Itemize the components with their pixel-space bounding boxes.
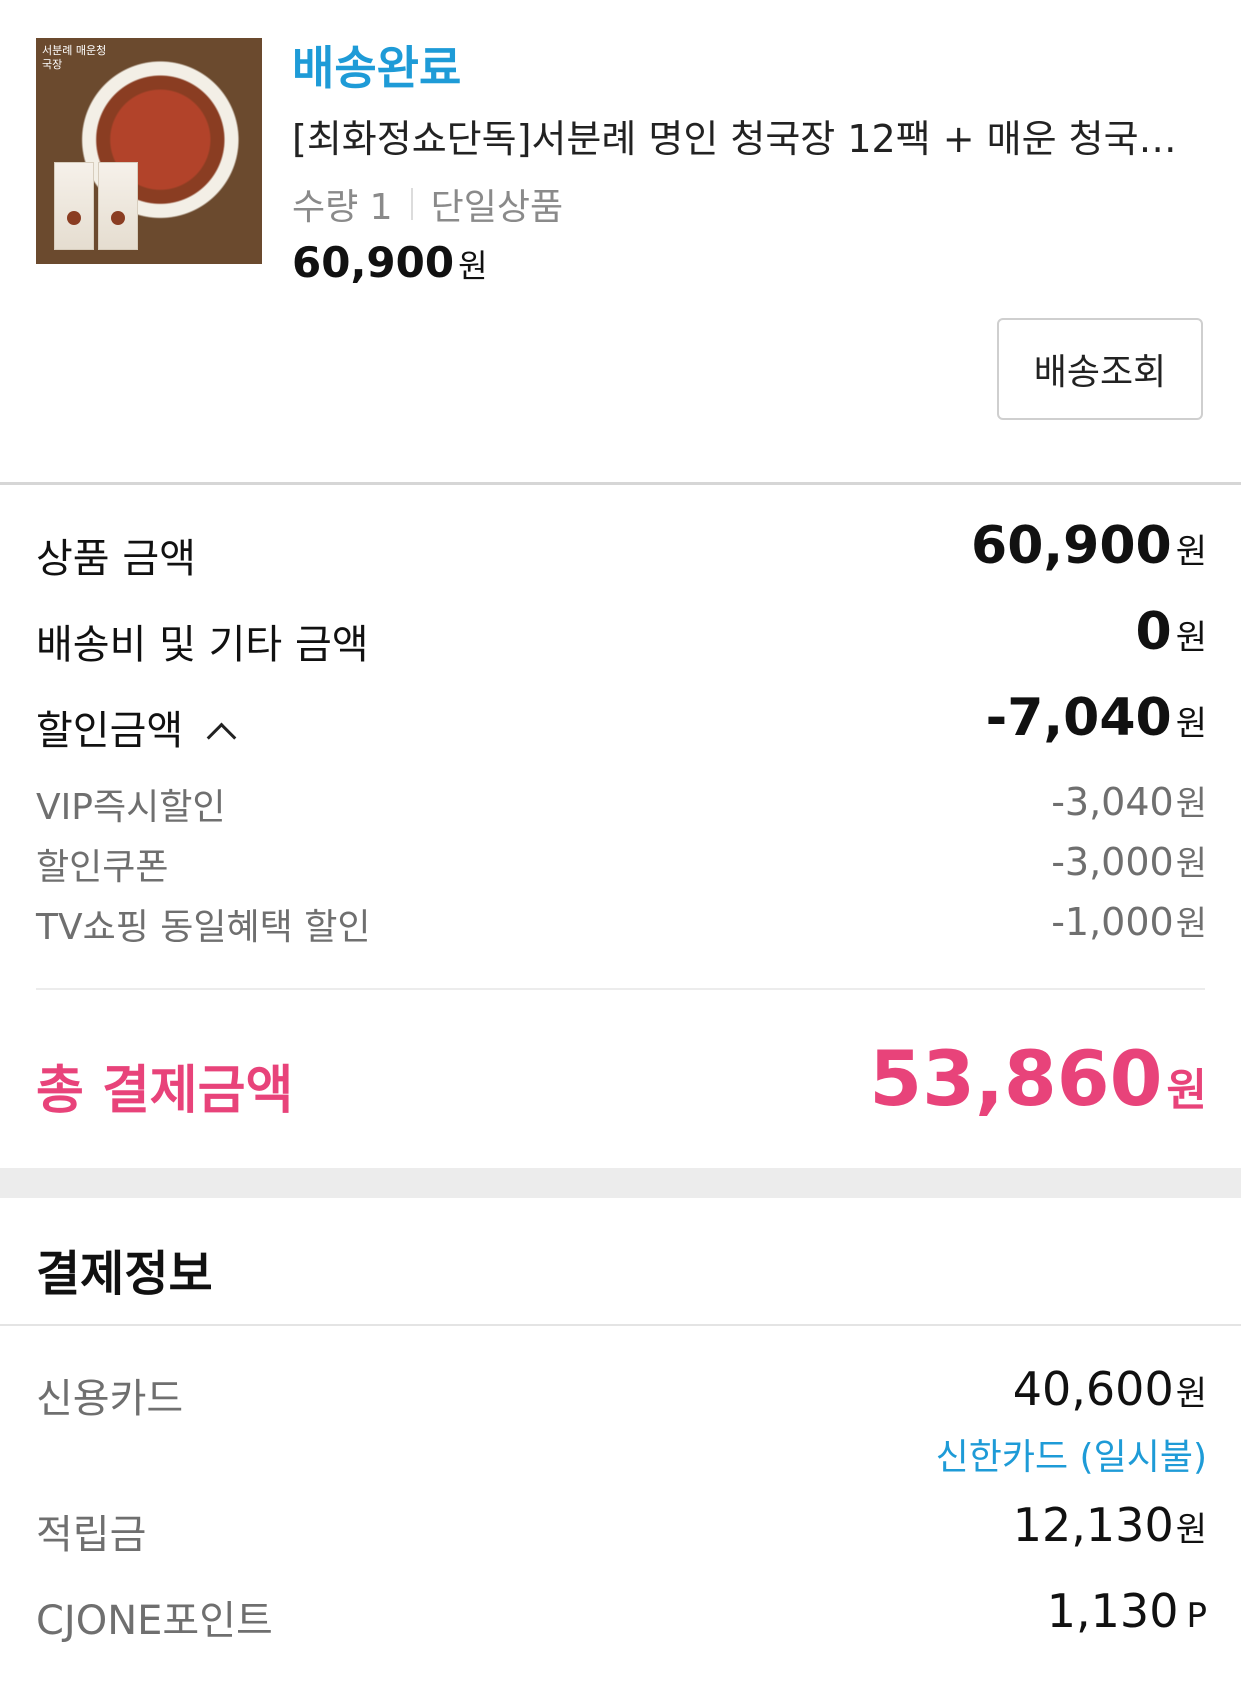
section-divider bbox=[0, 482, 1241, 485]
discount-item-value: -3,040원 bbox=[1051, 780, 1207, 824]
option-text: 단일상품 bbox=[430, 187, 564, 228]
product-quantity-row: 수량 1 단일상품 bbox=[292, 178, 563, 230]
separator bbox=[410, 188, 413, 220]
track-delivery-button[interactable]: 배송조회 bbox=[997, 318, 1203, 420]
product-pack-image bbox=[54, 162, 94, 250]
chevron-up-icon[interactable] bbox=[206, 722, 237, 753]
product-amount-label: 상품 금액 bbox=[36, 536, 196, 582]
discount-toggle[interactable]: 할인금액 bbox=[36, 698, 237, 756]
shipping-amount-value: 0원 bbox=[1135, 602, 1207, 662]
total-payment-label: 총 결제금액 bbox=[36, 1061, 294, 1121]
credit-card-detail: 신한카드 (일시불) bbox=[935, 1437, 1207, 1478]
credit-card-label: 신용카드 bbox=[36, 1376, 184, 1422]
discount-item-value: -3,000원 bbox=[1051, 840, 1207, 884]
product-name[interactable]: [최화정쇼단독]서분례 명인 청국장 12팩 + 매운 청국장 12팩 bbox=[292, 108, 1197, 163]
shipping-amount-label: 배송비 및 기타 금액 bbox=[36, 622, 369, 668]
discount-item-label: VIP즉시할인 bbox=[36, 787, 226, 828]
section-separator-band bbox=[0, 1168, 1241, 1198]
product-thumbnail[interactable]: 서분례 매운청국장 bbox=[36, 38, 262, 264]
product-price: 60,900 원 bbox=[292, 238, 488, 287]
cjone-points-value: 1,130 P bbox=[1046, 1584, 1207, 1638]
total-payment-value: 53,860원 bbox=[869, 1034, 1207, 1123]
thumbnail-brand-text: 서분례 매운청국장 bbox=[42, 44, 107, 71]
delivery-status: 배송완료 bbox=[292, 41, 462, 95]
reward-points-value: 12,130원 bbox=[1012, 1498, 1207, 1552]
discount-amount-label: 할인금액 bbox=[36, 708, 184, 754]
payment-title-divider bbox=[0, 1324, 1241, 1326]
cjone-points-label: CJONE포인트 bbox=[36, 1598, 273, 1644]
product-price-value: 60,900 bbox=[292, 238, 455, 287]
product-pack-image bbox=[98, 162, 138, 250]
product-amount-value: 60,900 원 bbox=[971, 516, 1207, 576]
payment-info-title: 결제정보 bbox=[36, 1246, 213, 1302]
credit-card-value: 40,600원 bbox=[1012, 1362, 1207, 1416]
discount-item-label: 할인쿠폰 bbox=[36, 847, 169, 888]
discount-item-label: TV쇼핑 동일혜택 할인 bbox=[36, 907, 371, 948]
reward-points-label: 적립금 bbox=[36, 1512, 147, 1558]
discount-item-value: -1,000원 bbox=[1051, 900, 1207, 944]
price-unit: 원 bbox=[458, 247, 488, 285]
discount-amount-value: -7,040 원 bbox=[985, 688, 1207, 748]
quantity-text: 수량 1 bbox=[292, 187, 393, 228]
subtotal-divider bbox=[36, 988, 1205, 990]
